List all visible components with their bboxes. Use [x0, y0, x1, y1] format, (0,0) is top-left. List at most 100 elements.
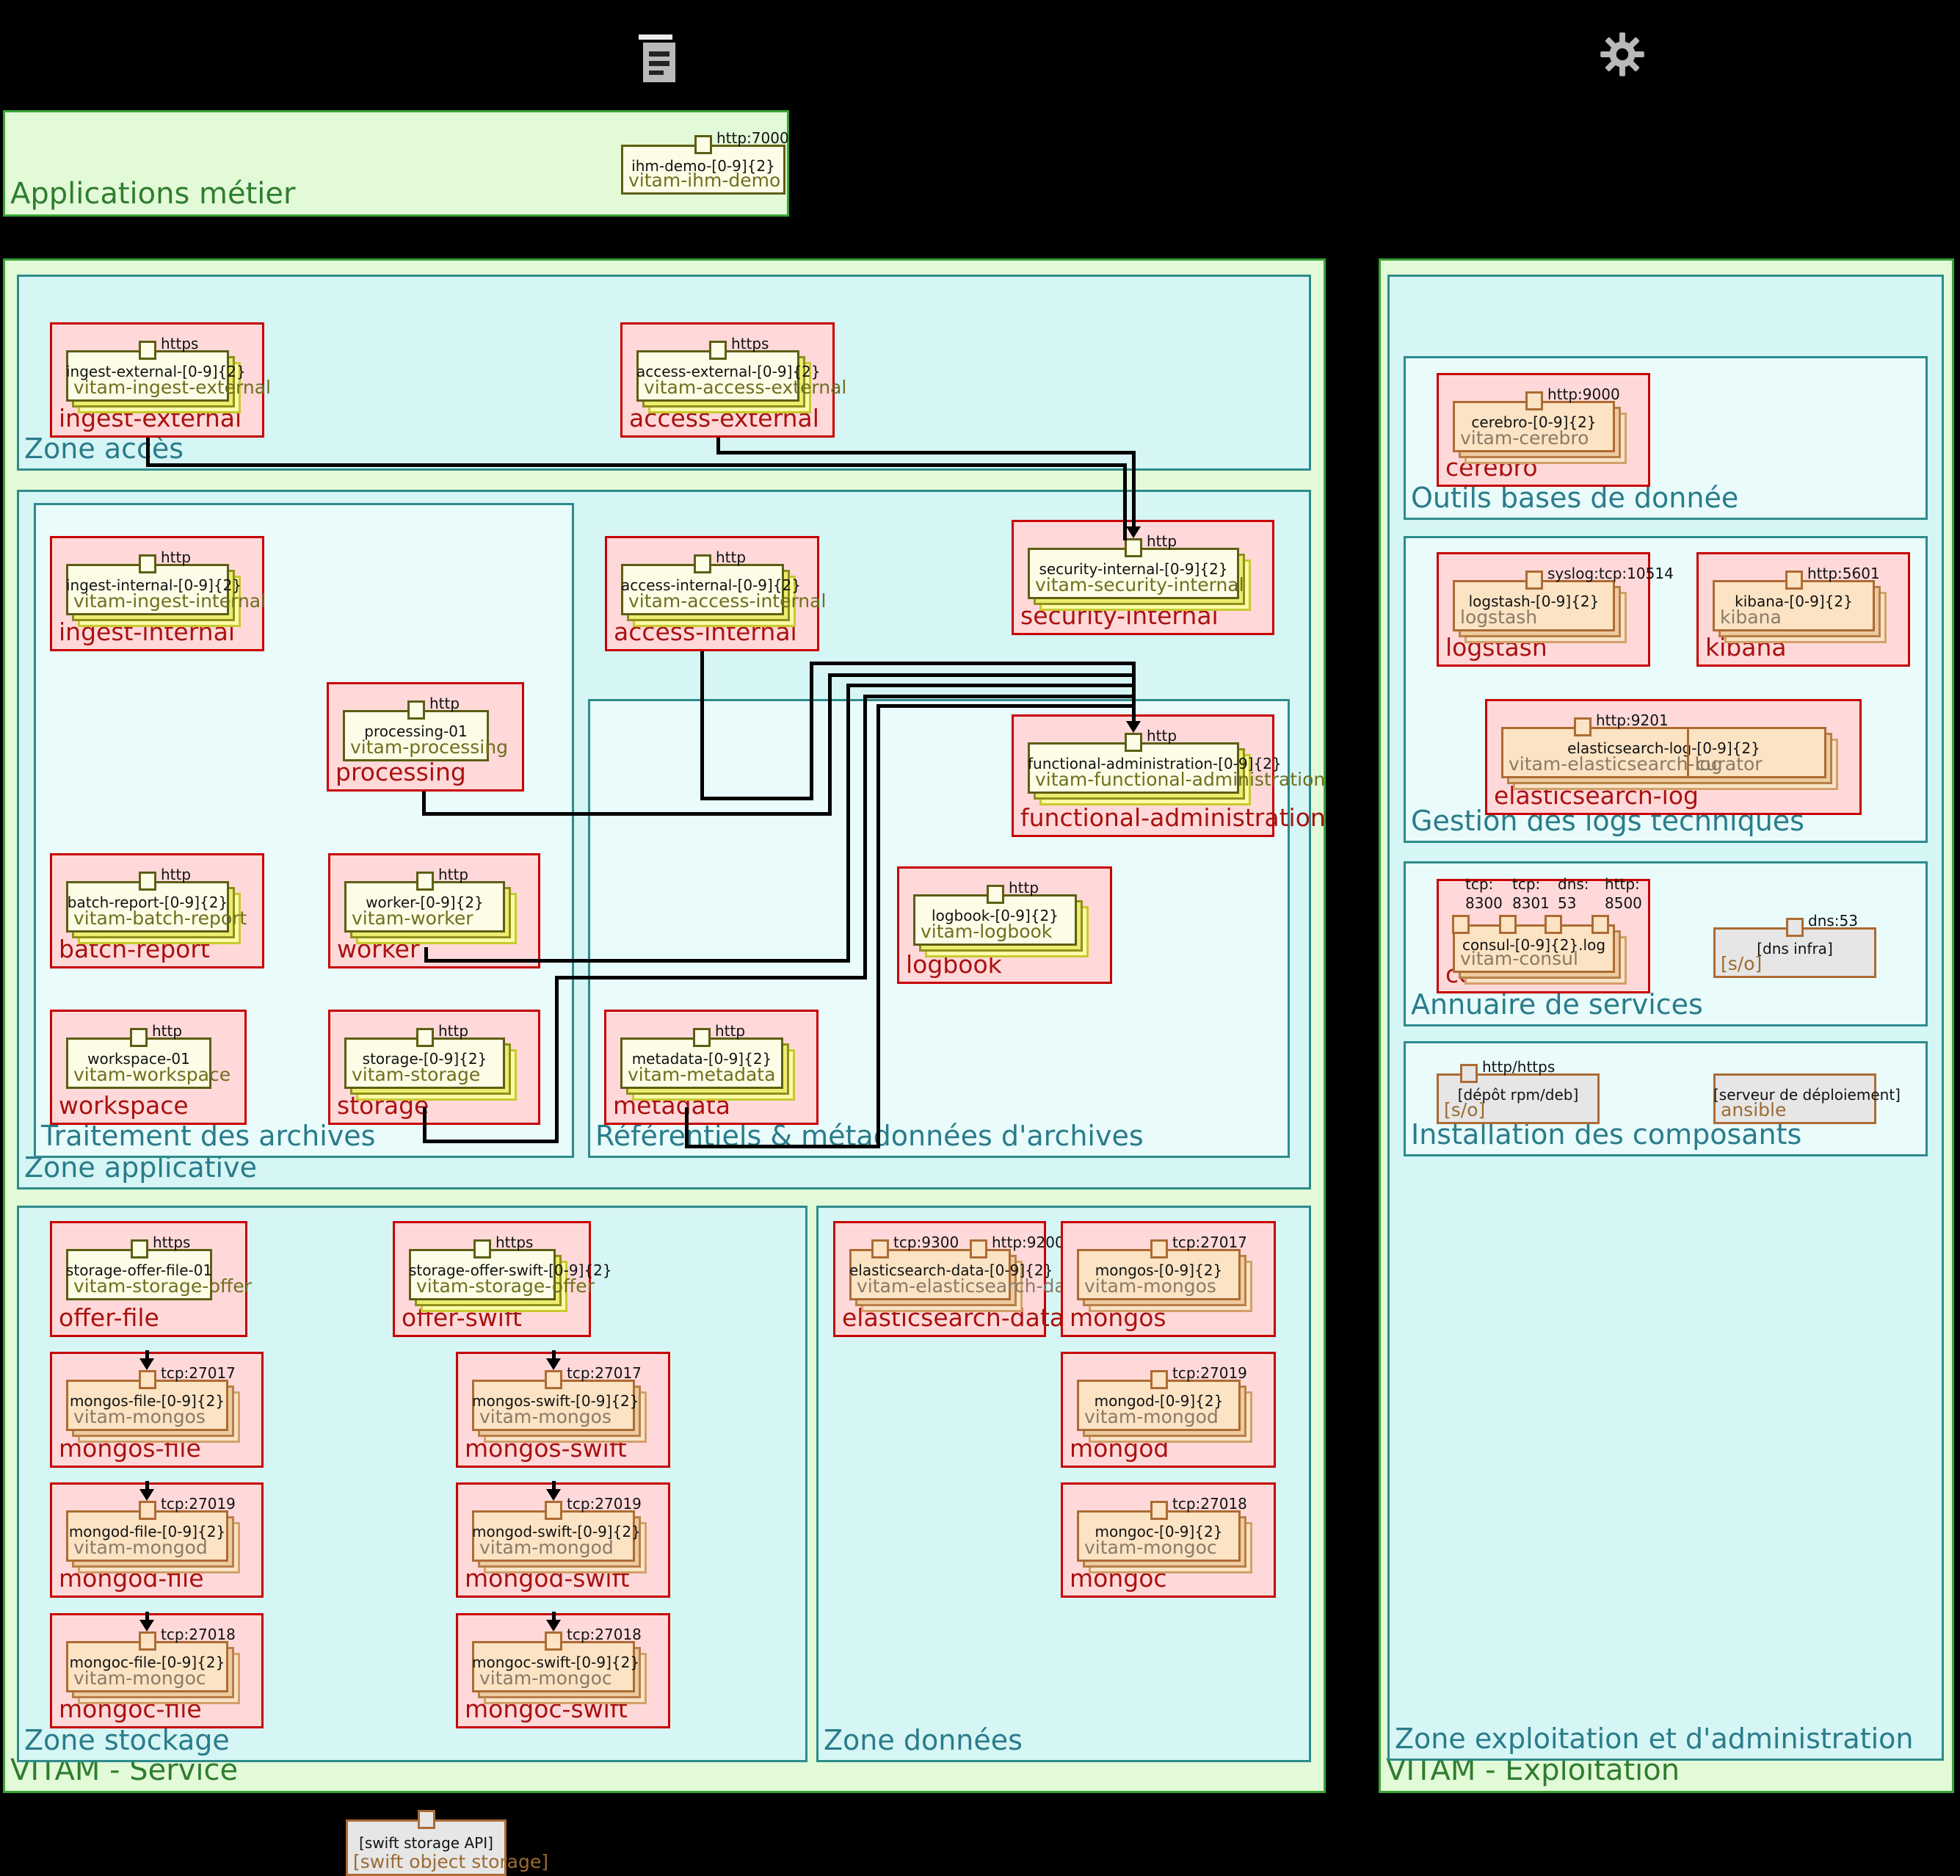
log-icon-line [649, 51, 669, 57]
log-icon-line [649, 61, 669, 66]
port-functional-administration-0 [1125, 733, 1142, 752]
port-label-batch-report-0: http [161, 865, 191, 884]
component-name-mongoc: vitam-mongoc [1084, 1537, 1217, 1558]
port-label-consul-1: tcp: 8301 [1512, 874, 1550, 913]
port-label-mongod-file-0: tcp:27019 [161, 1494, 236, 1513]
connector-segment-arrow-into-mongos-swift [552, 1350, 556, 1362]
port-consul-2 [1545, 915, 1562, 934]
port-label-access-internal-0: http [716, 548, 746, 567]
port-mongos-0 [1150, 1239, 1168, 1258]
port-dns-infra-0 [1786, 918, 1804, 937]
port-label-mongos-0: tcp:27017 [1172, 1233, 1247, 1252]
connector-segment-worker-to-functional-administration [846, 685, 850, 963]
port-label-logstash-0: syslog:tcp:10514 [1547, 564, 1674, 583]
component-name-storage: vitam-storage [352, 1064, 480, 1085]
port-elasticsearch-data-0 [871, 1239, 889, 1258]
connector-segment-access-external-to-security-internal [716, 451, 1136, 454]
connector-segment-metadata-to-functional-administration [1132, 706, 1136, 725]
port-label-processing-0: http [429, 694, 460, 713]
port-label-logbook-0: http [1009, 878, 1039, 897]
port-ihm-demo-0 [694, 135, 712, 154]
port-mongos-swift-0 [545, 1370, 562, 1389]
connector-segment-access-internal-to-functional-administration [700, 797, 813, 800]
component-name-security-internal: vitam-security-internal [1035, 574, 1244, 595]
port-consul-3 [1591, 915, 1609, 934]
port-label-security-internal-0: http [1147, 532, 1177, 551]
port-consul-1 [1499, 915, 1517, 934]
component-name-ingest-internal: vitam-ingest-internal [73, 590, 266, 612]
connector-segment-storage-to-functional-administration [555, 976, 867, 979]
component-name-metadata: vitam-metadata [628, 1064, 775, 1085]
port-worker-0 [416, 872, 434, 891]
port-label-workspace-0: http [152, 1021, 182, 1040]
port-ingest-internal-0 [139, 554, 156, 573]
port-label-mongos-file-0: tcp:27017 [161, 1363, 236, 1383]
port-consul-0 [1452, 915, 1470, 934]
component-group-label-workspace: workspace [59, 1091, 189, 1120]
port-label-consul-0: tcp: 8300 [1465, 874, 1503, 913]
settings-gear-icon [1597, 29, 1647, 79]
connector-segment-storage-to-functional-administration [555, 977, 559, 1143]
port-logbook-0 [987, 885, 1004, 904]
component-name-functional-administration: vitam-functional-administration [1035, 769, 1325, 790]
component-name-logbook: vitam-logbook [921, 921, 1052, 942]
component-instance-swift-storage-api: [swift storage API] [346, 1834, 507, 1852]
component-name-logstash: logstash [1460, 606, 1537, 628]
document-log-icon [637, 31, 678, 82]
component-name-consul: vitam-consul [1460, 948, 1578, 969]
component-name2-elasticsearch-log: curator [1696, 753, 1763, 775]
port-elasticsearch-log-0 [1574, 717, 1591, 736]
port-label-cerebro-0: http:9000 [1547, 385, 1620, 404]
connector-segment-arrow-into-mongod-file [145, 1481, 149, 1493]
connector-segment-processing-to-functional-administration [828, 675, 832, 816]
port-label-worker-0: http [438, 865, 468, 884]
component-name-elasticsearch-data: vitam-elasticsearch-data [857, 1275, 1084, 1297]
component-name-mongoc-file: vitam-mongoc [73, 1667, 206, 1689]
port-label-offer-file-0: https [153, 1233, 190, 1252]
port-label-storage-0: http [438, 1021, 468, 1040]
port-mongod-swift-0 [545, 1501, 562, 1520]
port-label-ingest-external-0: https [161, 334, 198, 353]
component-name-processing: vitam-processing [350, 736, 508, 758]
connector-segment-arrow-into-mongos-file [145, 1350, 149, 1362]
port-offer-file-0 [131, 1239, 148, 1258]
connector-segment-storage-to-functional-administration [423, 1140, 559, 1143]
component-name-offer-file: vitam-storage-offer [73, 1275, 252, 1297]
zone-label-zone-exploitation-admin: Zone exploitation et d'administration [1395, 1723, 1914, 1755]
port-access-external-0 [709, 341, 727, 360]
port-label-metadata-0: http [715, 1021, 745, 1040]
port-label-mongoc-swift-0: tcp:27018 [567, 1625, 642, 1644]
port-mongod-0 [1150, 1370, 1168, 1389]
connector-segment-ingest-external-to-security-internal [146, 463, 1127, 467]
port-label-dns-infra-0: dns:53 [1808, 911, 1858, 930]
port-elasticsearch-data-1 [970, 1239, 987, 1258]
component-name-cerebro: vitam-cerebro [1460, 427, 1589, 449]
port-mongod-file-0 [139, 1501, 156, 1520]
port-label-mongod-swift-0: tcp:27019 [567, 1494, 642, 1513]
connector-segment-arrow-into-mongod-swift [552, 1481, 556, 1493]
component-name-batch-report: vitam-batch-report [73, 908, 247, 929]
component-name-workspace: vitam-workspace [73, 1064, 231, 1085]
port-swift-storage-api-0 [418, 1810, 435, 1829]
port-label-functional-administration-0: http [1147, 726, 1177, 745]
component-name-mongod-swift: vitam-mongod [479, 1537, 614, 1558]
connector-segment-metadata-to-functional-administration [685, 1107, 689, 1148]
connector-segment-access-external-to-security-internal [1132, 452, 1136, 530]
port-label-consul-3: http: 8500 [1605, 874, 1642, 913]
connector-segment-metadata-to-functional-administration [876, 706, 880, 1148]
component-name-offer-swift: vitam-storage-offer [416, 1275, 595, 1297]
port-label-kibana-0: http:5601 [1807, 564, 1880, 583]
port-mongos-file-0 [139, 1370, 156, 1389]
component-name-dns-infra: [s/o] [1721, 953, 1762, 974]
port-ingest-external-0 [139, 341, 156, 360]
port-label-mongoc-file-0: tcp:27018 [161, 1625, 236, 1644]
port-offer-swift-0 [473, 1239, 491, 1258]
port-access-internal-0 [694, 554, 711, 573]
component-name-access-external: vitam-access-external [644, 377, 846, 398]
connector-segment-worker-to-functional-administration [846, 684, 1136, 687]
component-group-label-processing: processing [335, 758, 466, 786]
port-label-elasticsearch-data-0: tcp:9300 [893, 1233, 959, 1252]
component-name-kibana: kibana [1720, 606, 1782, 628]
port-depot-rpm-deb-0 [1460, 1064, 1478, 1083]
port-label-offer-swift-0: https [496, 1233, 533, 1252]
